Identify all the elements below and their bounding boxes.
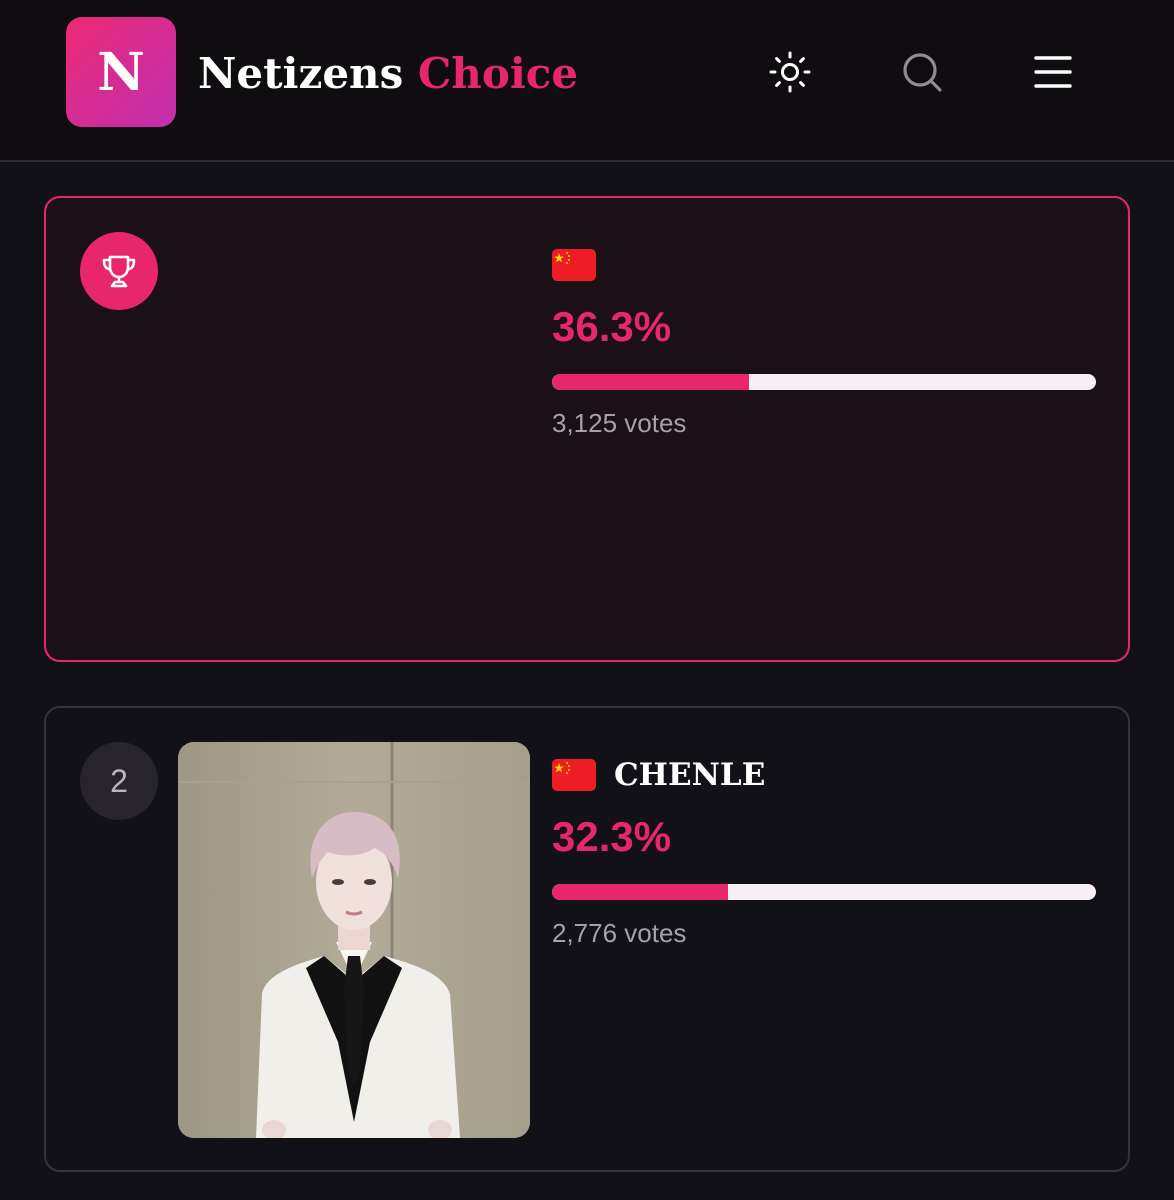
vote-count: 2,776 votes bbox=[552, 918, 687, 948]
vote-progress-bar bbox=[552, 374, 1096, 390]
site-title[interactable]: Netizens Choice bbox=[198, 44, 578, 104]
candidate-photo[interactable] bbox=[178, 742, 530, 1138]
result-info: CHENLE 32.3% 2,776 votes bbox=[552, 758, 1098, 950]
rank-badge: 2 bbox=[80, 742, 158, 820]
site-title-part2: Choice bbox=[417, 49, 579, 98]
vote-progress-fill bbox=[552, 374, 750, 390]
result-info: 36.3% 3,125 votes bbox=[552, 248, 1098, 440]
name-row: CHENLE bbox=[552, 758, 1098, 792]
result-card-winner[interactable]: 36.3% 3,125 votes bbox=[44, 196, 1130, 662]
china-flag-icon bbox=[552, 759, 596, 791]
candidate-name: CHENLE bbox=[614, 757, 766, 793]
site-title-part1: Netizens bbox=[198, 49, 404, 98]
china-flag-icon bbox=[552, 249, 596, 281]
vote-progress-fill bbox=[552, 884, 728, 900]
logo-letter: N bbox=[97, 41, 145, 103]
trophy-badge bbox=[80, 232, 158, 310]
vote-count: 3,125 votes bbox=[552, 408, 687, 438]
vote-progress-bar bbox=[552, 884, 1096, 900]
site-logo[interactable]: N bbox=[66, 17, 176, 127]
name-row bbox=[552, 248, 1098, 282]
percent-label: 36.3% bbox=[552, 303, 672, 350]
result-card-2[interactable]: 2 CHENLE 32.3% 2,776 votes bbox=[44, 706, 1130, 1172]
search-icon[interactable] bbox=[900, 50, 944, 94]
rank-number: 2 bbox=[110, 762, 128, 799]
percent-label: 32.3% bbox=[552, 813, 672, 860]
site-header: N Netizens Choice bbox=[0, 0, 1174, 162]
trophy-icon bbox=[102, 255, 136, 288]
sun-icon[interactable] bbox=[768, 50, 812, 94]
menu-icon[interactable] bbox=[1032, 50, 1076, 94]
